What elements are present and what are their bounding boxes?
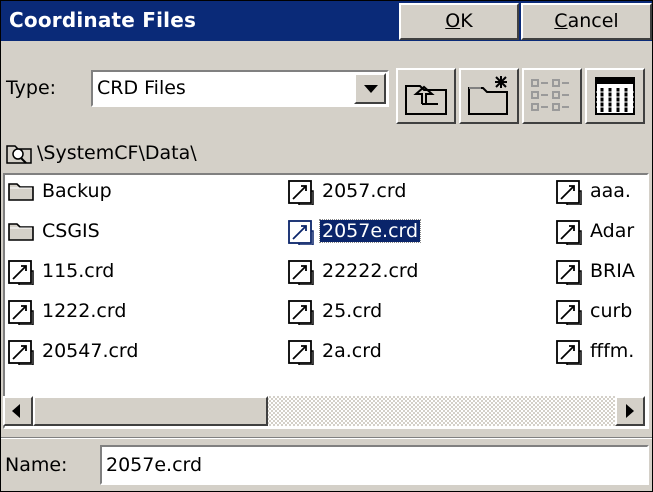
type-label: Type: — [6, 77, 57, 99]
file-item-label: 25.crd — [322, 300, 383, 322]
title-bar: Coordinate Files OK Cancel — [1, 1, 652, 41]
filename-input[interactable]: 2057e.crd — [100, 445, 649, 485]
type-selected-value: CRD Files — [97, 77, 186, 99]
crd-file-icon — [287, 259, 315, 290]
crd-file-icon — [555, 179, 583, 210]
file-item-label: Backup — [42, 180, 112, 202]
crd-file-icon — [287, 339, 315, 370]
details-view-icon — [595, 77, 635, 115]
folder-icon — [7, 179, 35, 208]
horizontal-scrollbar[interactable] — [3, 396, 645, 426]
ok-accel: O — [445, 10, 461, 32]
new-folder-button[interactable] — [459, 68, 519, 124]
details-view-button[interactable] — [585, 68, 645, 124]
file-item-label: 2a.crd — [322, 340, 382, 362]
file-item-label: Adar — [590, 220, 635, 242]
file-item-label: 20547.crd — [42, 340, 139, 362]
separator — [1, 437, 652, 439]
file-item-label: 22222.crd — [322, 260, 419, 282]
file-item-label: curb — [590, 300, 633, 322]
crd-file-icon — [555, 339, 583, 370]
path-bar: \SystemCF\Data\ — [5, 140, 197, 170]
cancel-button[interactable]: Cancel — [521, 3, 652, 40]
scrollbar-thumb[interactable] — [33, 396, 268, 426]
ok-rest: K — [460, 10, 473, 32]
up-folder-icon — [405, 85, 447, 115]
type-combobox[interactable]: CRD Files — [91, 70, 389, 107]
crd-file-icon — [287, 219, 315, 250]
file-item-label: 1222.crd — [42, 300, 127, 322]
crd-file-icon — [7, 259, 35, 290]
file-item-label: BRIA — [590, 260, 635, 282]
crd-file-icon — [287, 299, 315, 330]
name-label: Name: — [5, 454, 68, 476]
crd-file-icon — [555, 299, 583, 330]
file-item-label: 2057e.crd — [318, 219, 422, 243]
up-folder-button[interactable] — [396, 68, 456, 124]
crd-file-icon — [555, 259, 583, 290]
new-folder-icon — [468, 76, 508, 115]
type-dropdown-button[interactable] — [354, 73, 386, 104]
cancel-accel: C — [554, 10, 568, 32]
scroll-right-button[interactable] — [615, 396, 645, 426]
crd-file-icon — [287, 179, 315, 210]
file-item-label: aaa. — [590, 180, 631, 202]
list-view-icon — [531, 79, 569, 111]
coordinate-files-dialog: Coordinate Files OK Cancel Type: CRD Fil… — [0, 0, 653, 492]
list-view-button[interactable] — [522, 68, 582, 124]
scroll-left-button[interactable] — [3, 396, 33, 426]
crd-file-icon — [555, 219, 583, 250]
crd-file-icon — [7, 299, 35, 330]
ok-button[interactable]: OK — [399, 3, 519, 40]
current-path: \SystemCF\Data\ — [37, 142, 197, 164]
folder-search-icon — [6, 145, 32, 164]
file-item-label: fffm. — [590, 340, 635, 362]
crd-file-icon — [7, 339, 35, 370]
filename-value: 2057e.crd — [106, 454, 203, 476]
file-item-label: 115.crd — [42, 260, 115, 282]
file-item-label: 2057.crd — [322, 180, 407, 202]
dialog-title: Coordinate Files — [9, 8, 197, 32]
cancel-rest: ancel — [567, 10, 619, 32]
file-list[interactable]: Backup CSGIS 115.crd 1222.crd 20547.crd 2057.… — [3, 173, 649, 429]
file-item-label: CSGIS — [42, 220, 100, 242]
folder-icon — [7, 219, 35, 248]
